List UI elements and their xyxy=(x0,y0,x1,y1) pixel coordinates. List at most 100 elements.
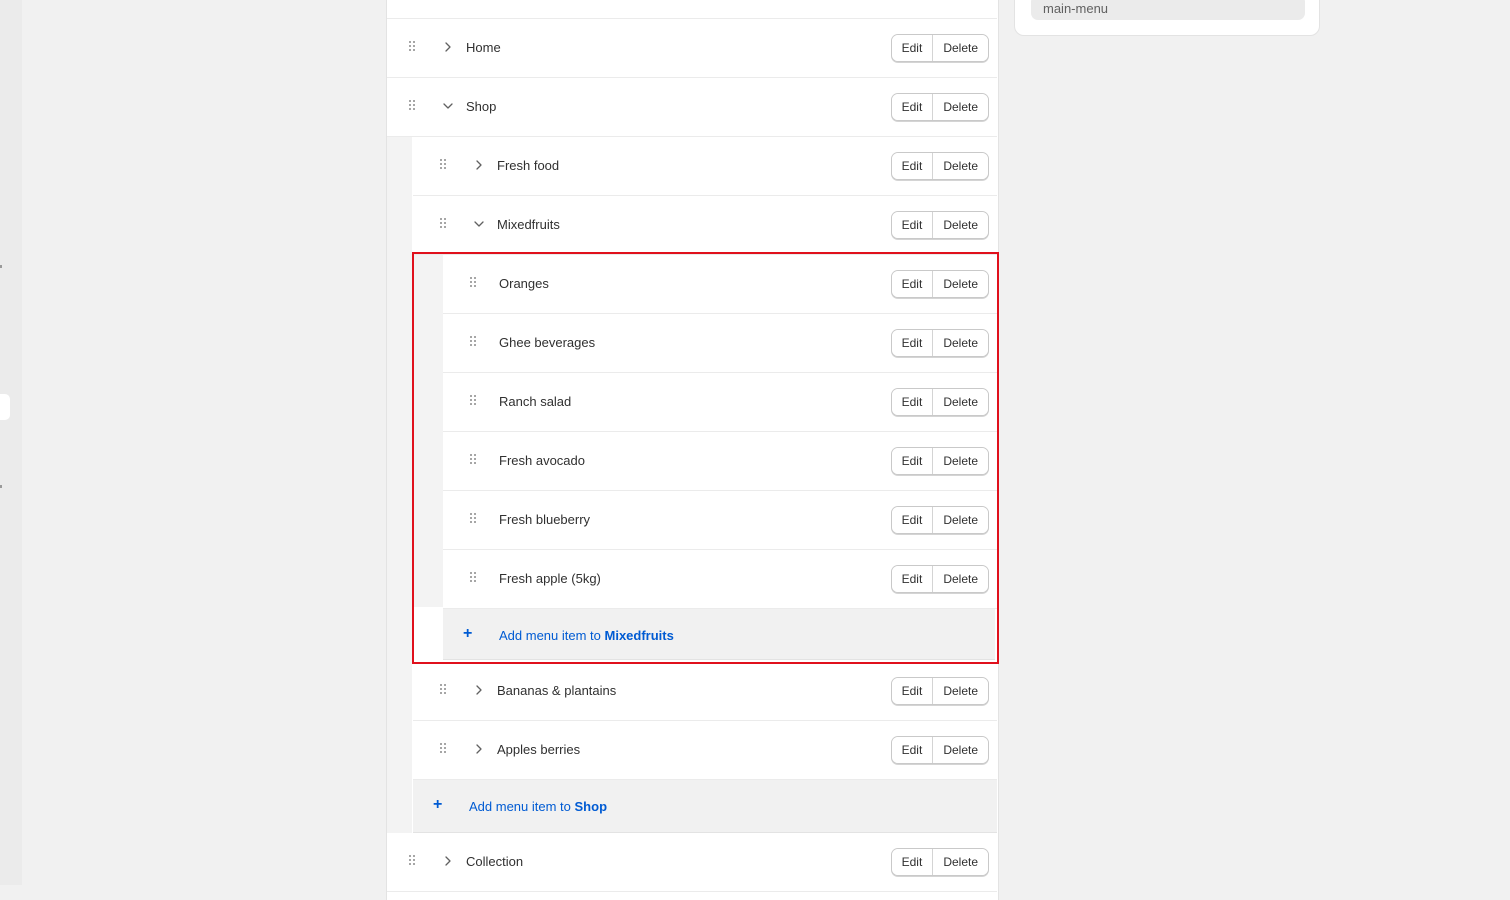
rail-marker xyxy=(0,265,2,268)
drag-handle-icon[interactable] xyxy=(470,454,478,466)
delete-button[interactable]: Delete xyxy=(932,678,988,704)
add-menu-item-target: Mixedfruits xyxy=(604,628,674,643)
delete-button[interactable]: Delete xyxy=(932,271,988,297)
menu-item-row[interactable]: Home Edit Delete xyxy=(387,19,997,78)
edit-button[interactable]: Edit xyxy=(891,94,933,120)
drag-handle-icon[interactable] xyxy=(409,41,417,53)
add-menu-item-prefix: Add menu item to xyxy=(499,628,601,643)
menu-item-row[interactable]: Collection Edit Delete xyxy=(387,833,997,892)
delete-button[interactable]: Delete xyxy=(932,153,988,179)
menu-item-row[interactable]: Fresh blueberry Edit Delete xyxy=(443,491,997,550)
drag-handle-icon[interactable] xyxy=(440,684,448,696)
edit-button[interactable]: Edit xyxy=(891,153,933,179)
delete-button[interactable]: Delete xyxy=(932,737,988,763)
item-actions: Edit Delete xyxy=(890,736,989,764)
menu-item-label: Shop xyxy=(466,99,497,114)
indent-guide xyxy=(412,255,443,607)
drag-handle-icon[interactable] xyxy=(470,572,478,584)
chevron-down-icon[interactable] xyxy=(441,99,455,113)
menu-item-label: Ranch salad xyxy=(499,394,572,409)
chevron-right-icon[interactable] xyxy=(441,854,455,868)
edit-button[interactable]: Edit xyxy=(891,35,933,61)
indent-guide xyxy=(387,137,412,833)
edit-button[interactable]: Edit xyxy=(891,737,933,763)
item-actions: Edit Delete xyxy=(890,34,989,62)
menu-item-row[interactable]: Fresh food Edit Delete xyxy=(413,137,997,196)
item-actions: Edit Delete xyxy=(890,329,989,357)
item-actions: Edit Delete xyxy=(890,565,989,593)
menu-item-row[interactable]: Shop Edit Delete xyxy=(387,78,997,137)
add-menu-item-target: Shop xyxy=(574,799,608,814)
menu-item-label: Home xyxy=(466,40,501,55)
item-actions: Edit Delete xyxy=(890,506,989,534)
add-menu-item-row[interactable]: + Add menu item to Mixedfruits xyxy=(443,609,995,660)
handle-card: main-menu xyxy=(1014,0,1320,36)
edit-button[interactable]: Edit xyxy=(891,271,933,297)
add-menu-item-prefix: Add menu item to xyxy=(469,799,571,814)
chevron-right-icon[interactable] xyxy=(441,40,455,54)
menu-item-row[interactable]: Mixedfruits Edit Delete xyxy=(413,196,997,255)
plus-icon[interactable]: + xyxy=(433,796,442,814)
drag-handle-icon[interactable] xyxy=(470,336,478,348)
edit-button[interactable]: Edit xyxy=(891,566,933,592)
add-menu-item-link[interactable]: Add menu item to Mixedfruits xyxy=(499,628,674,643)
menu-item-row[interactable]: Ranch salad Edit Delete xyxy=(443,373,997,432)
menu-handle-field[interactable]: main-menu xyxy=(1031,0,1305,20)
menu-item-row[interactable]: Apples berries Edit Delete xyxy=(413,721,997,780)
drag-handle-icon[interactable] xyxy=(470,277,478,289)
menu-item-row[interactable]: Fresh avocado Edit Delete xyxy=(443,432,997,491)
rail-marker xyxy=(0,485,2,488)
drag-handle-icon[interactable] xyxy=(409,855,417,867)
menu-item-label: Fresh food xyxy=(497,158,560,173)
item-actions: Edit Delete xyxy=(890,447,989,475)
menu-item-label: Oranges xyxy=(499,276,549,291)
edit-button[interactable]: Edit xyxy=(891,212,933,238)
add-menu-item-row[interactable]: + Add menu item to Shop xyxy=(413,780,997,833)
edit-button[interactable]: Edit xyxy=(891,507,933,533)
edit-button[interactable]: Edit xyxy=(891,389,933,415)
menu-handle-value: main-menu xyxy=(1043,1,1109,16)
menu-item-label: Mixedfruits xyxy=(497,217,560,232)
drag-handle-icon[interactable] xyxy=(470,513,478,525)
menu-item-row[interactable]: Ghee beverages Edit Delete xyxy=(443,314,997,373)
chevron-right-icon[interactable] xyxy=(472,683,486,697)
chevron-right-icon[interactable] xyxy=(472,158,486,172)
item-actions: Edit Delete xyxy=(890,152,989,180)
menu-item-row[interactable]: Fresh apple (5kg) Edit Delete xyxy=(443,550,997,609)
card-top-edge xyxy=(387,0,997,19)
drag-handle-icon[interactable] xyxy=(409,100,417,112)
left-rail xyxy=(0,0,22,885)
menu-item-label: Bananas & plantains xyxy=(497,683,617,698)
item-actions: Edit Delete xyxy=(890,211,989,239)
delete-button[interactable]: Delete xyxy=(932,212,988,238)
menu-item-row[interactable]: Bananas & plantains Edit Delete xyxy=(413,662,997,721)
delete-button[interactable]: Delete xyxy=(932,389,988,415)
drag-handle-icon[interactable] xyxy=(440,218,448,230)
delete-button[interactable]: Delete xyxy=(932,330,988,356)
edit-button[interactable]: Edit xyxy=(891,678,933,704)
drag-handle-icon[interactable] xyxy=(440,159,448,171)
item-actions: Edit Delete xyxy=(890,848,989,876)
chevron-down-icon[interactable] xyxy=(472,217,486,231)
plus-icon[interactable]: + xyxy=(463,625,472,643)
menu-item-label: Apples berries xyxy=(497,742,581,757)
delete-button[interactable]: Delete xyxy=(932,448,988,474)
edit-button[interactable]: Edit xyxy=(891,849,933,875)
delete-button[interactable]: Delete xyxy=(932,35,988,61)
delete-button[interactable]: Delete xyxy=(932,566,988,592)
item-actions: Edit Delete xyxy=(890,677,989,705)
menu-item-row[interactable]: Oranges Edit Delete xyxy=(443,255,997,314)
menu-item-label: Fresh apple (5kg) xyxy=(499,571,601,586)
add-menu-item-link[interactable]: Add menu item to Shop xyxy=(469,799,607,814)
delete-button[interactable]: Delete xyxy=(932,94,988,120)
menu-item-label: Collection xyxy=(466,854,524,869)
edit-button[interactable]: Edit xyxy=(891,448,933,474)
delete-button[interactable]: Delete xyxy=(932,849,988,875)
edit-button[interactable]: Edit xyxy=(891,330,933,356)
delete-button[interactable]: Delete xyxy=(932,507,988,533)
item-actions: Edit Delete xyxy=(890,270,989,298)
sidebar-toggle[interactable] xyxy=(0,394,10,420)
drag-handle-icon[interactable] xyxy=(440,743,448,755)
drag-handle-icon[interactable] xyxy=(470,395,478,407)
chevron-right-icon[interactable] xyxy=(472,742,486,756)
